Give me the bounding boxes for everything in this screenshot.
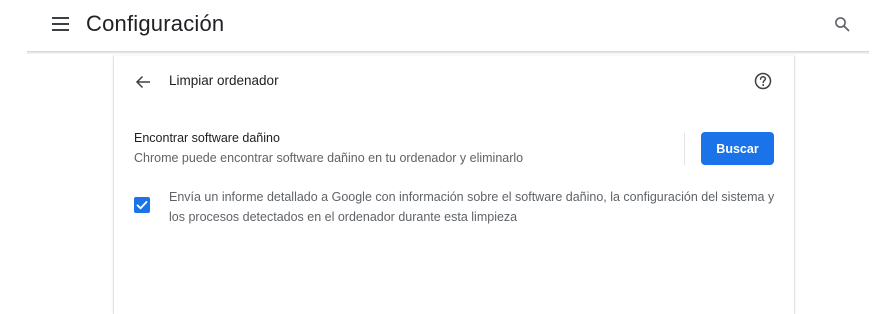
- find-harmful-software-title: Encontrar software dañino: [134, 131, 280, 145]
- report-checkbox[interactable]: [134, 197, 150, 213]
- checkmark-icon: [136, 201, 148, 210]
- top-toolbar: Configuración: [0, 0, 876, 52]
- report-checkbox-label: Envía un informe detallado a Google con …: [169, 190, 775, 224]
- toolbar-shadow: [27, 51, 869, 54]
- arrow-back-icon[interactable]: [134, 72, 154, 92]
- subpage-title: Limpiar ordenador: [169, 73, 279, 88]
- search-button[interactable]: Buscar: [701, 132, 774, 165]
- settings-card: Limpiar ordenador Encontrar software dañ…: [113, 56, 795, 314]
- page-title: Configuración: [86, 11, 225, 36]
- help-circle-icon[interactable]: [753, 71, 773, 91]
- hamburger-menu-icon[interactable]: [52, 16, 70, 32]
- settings-page: Configuración Limpiar ordenador Encontra…: [0, 0, 876, 314]
- separator: [684, 133, 685, 165]
- find-harmful-software-description: Chrome puede encontrar software dañino e…: [134, 151, 524, 165]
- search-icon[interactable]: [832, 14, 854, 36]
